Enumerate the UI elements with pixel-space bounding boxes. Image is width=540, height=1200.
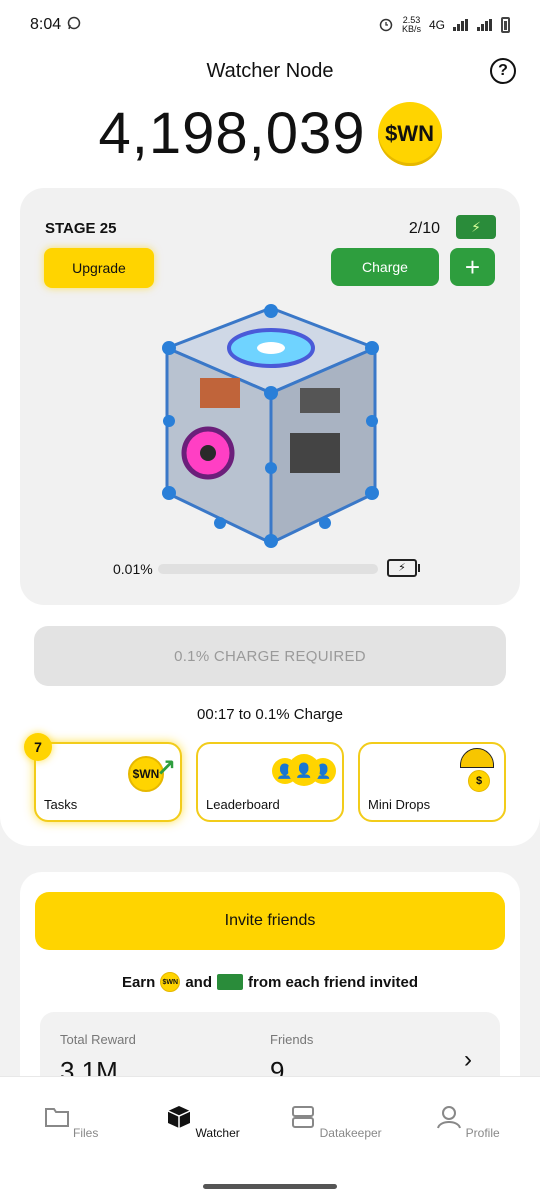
invite-friends-button[interactable]: Invite friends xyxy=(35,892,505,950)
mini-drops-label: Mini Drops xyxy=(368,797,431,812)
drop-coin-icon: $ xyxy=(468,770,490,792)
cube-icon xyxy=(167,1106,191,1128)
earn-description: Earn $WN and from each friend invited xyxy=(121,972,419,992)
wn-coin-icon: $WN xyxy=(377,101,442,166)
server-icon xyxy=(292,1106,315,1128)
total-reward-label: Total Reward xyxy=(60,1032,136,1047)
upgrade-button[interactable]: Upgrade xyxy=(44,248,154,288)
stage-label: STAGE 25 xyxy=(45,220,117,237)
user-icon xyxy=(437,1106,462,1129)
signal-icon xyxy=(453,19,469,31)
home-indicator xyxy=(203,1184,337,1189)
add-charge-button[interactable]: + xyxy=(450,248,495,286)
umbrella-icon xyxy=(460,748,494,768)
charge-count: 2/10 xyxy=(408,220,440,237)
charge-timer: 00:17 to 0.1% Charge xyxy=(197,706,343,723)
nav-watcher[interactable]: Watcher xyxy=(153,1105,253,1140)
charge-battery-icon: ⚡ xyxy=(456,215,496,239)
chevron-right-icon[interactable]: › xyxy=(464,1046,472,1074)
whatsapp-icon xyxy=(67,16,81,35)
nav-files[interactable]: Files xyxy=(21,1105,121,1140)
charge-required-button[interactable]: 0.1% CHARGE REQUIRED xyxy=(34,626,506,686)
people-icon: 👤 👤 👤 xyxy=(272,754,336,790)
tasks-label: Tasks xyxy=(44,797,78,812)
status-bar: 8:04 2.53 KB/s 4G xyxy=(0,0,540,50)
folder-icon xyxy=(44,1108,69,1127)
balance-amount: 4,198,039 xyxy=(98,101,366,166)
status-time: 8:04 xyxy=(30,16,62,33)
watcher-panel: Watcher Node ? 4,198,039 $WN STAGE 25 2/… xyxy=(0,50,540,846)
charge-button[interactable]: Charge xyxy=(331,248,439,286)
mini-drops-button[interactable]: $ Mini Drops xyxy=(358,742,506,822)
nav-datakeeper[interactable]: Datakeeper xyxy=(286,1105,386,1140)
leaderboard-button[interactable]: 👤 👤 👤 Leaderboard xyxy=(196,742,344,822)
node-cube-image xyxy=(162,304,379,548)
page-title: Watcher Node xyxy=(206,60,334,82)
battery-icon xyxy=(501,17,510,33)
network-type: 4G xyxy=(428,18,445,32)
trend-up-icon: ↗ xyxy=(155,755,176,782)
alarm-icon xyxy=(378,16,394,35)
bottom-nav: Files Watcher Datakeeper Profile xyxy=(0,1076,540,1200)
leaderboard-label: Leaderboard xyxy=(206,797,280,812)
charge-progress-bar xyxy=(158,564,378,574)
tasks-badge: 7 xyxy=(24,733,52,761)
battery-bolt-icon: ⚡ xyxy=(387,559,417,577)
stage-card: STAGE 25 2/10 ⚡ Upgrade Charge + 0.01% ⚡ xyxy=(20,188,520,605)
network-speed: 2.53 KB/s xyxy=(401,15,421,34)
help-icon[interactable]: ? xyxy=(490,58,516,84)
wn-coin-icon-small: $WN xyxy=(160,972,181,992)
battery-icon-small xyxy=(216,974,243,990)
progress-percent: 0.01% xyxy=(113,561,153,577)
signal-icon-2 xyxy=(477,19,493,31)
nav-profile[interactable]: Profile xyxy=(418,1105,518,1140)
status-icons: 2.53 KB/s 4G xyxy=(378,16,510,35)
tasks-button[interactable]: $WN ↗ Tasks xyxy=(34,742,182,822)
friends-label: Friends xyxy=(270,1032,314,1047)
battery-tip xyxy=(418,564,420,572)
balance-row: 4,198,039 $WN xyxy=(0,100,540,167)
